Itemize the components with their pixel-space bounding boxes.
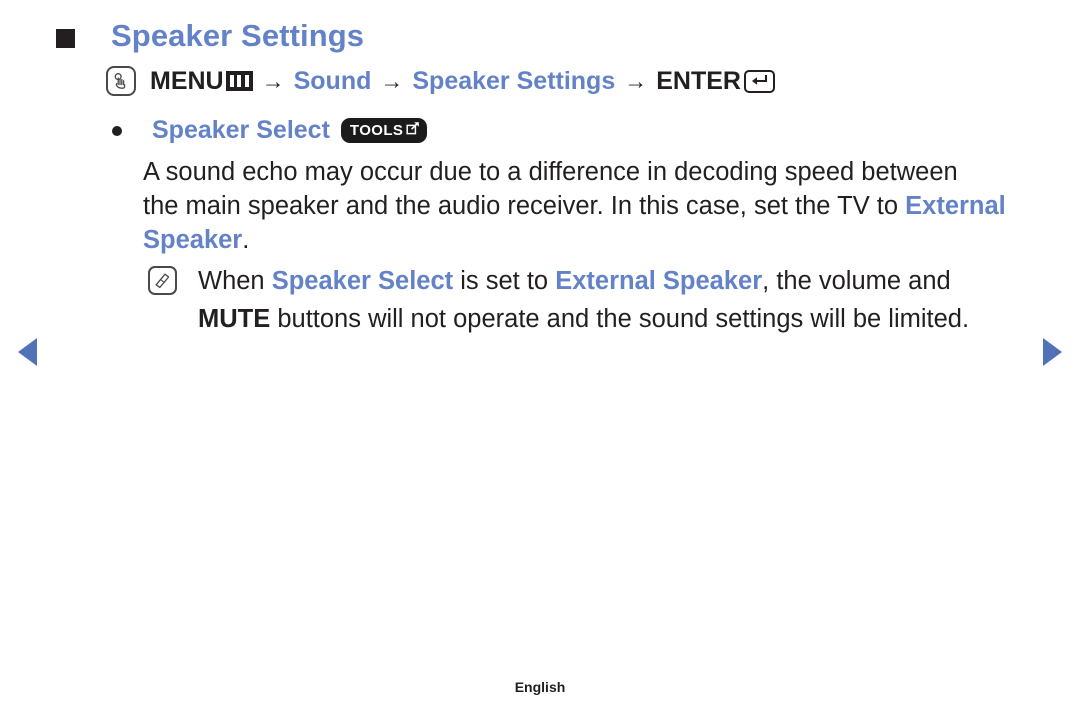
tools-badge-label: TOOLS bbox=[349, 122, 404, 139]
note-when: When bbox=[198, 267, 272, 295]
path-step-speaker-settings: Speaker Settings bbox=[412, 66, 616, 95]
note-line-1: When Speaker Select is set to External S… bbox=[198, 264, 951, 298]
body-highlight-speaker: Speaker bbox=[143, 226, 243, 254]
note-isset: is set to bbox=[453, 267, 556, 295]
note-line-1-row: When Speaker Select is set to External S… bbox=[148, 264, 1048, 298]
body-line-3-period: . bbox=[242, 226, 250, 254]
path-step-sound: Sound bbox=[293, 66, 372, 95]
body-line-2-text: the main speaker and the audio receiver.… bbox=[143, 192, 906, 220]
note-block: When Speaker Select is set to External S… bbox=[148, 264, 1048, 336]
tools-badge: TOOLS bbox=[340, 118, 428, 143]
note-tail: , the volume and bbox=[762, 267, 951, 295]
page-title: Speaker Settings bbox=[111, 18, 365, 53]
path-arrow-3: → bbox=[624, 67, 648, 94]
note-line-2: MUTE buttons will not operate and the so… bbox=[198, 302, 1048, 336]
square-bullet-icon bbox=[56, 28, 75, 48]
note-line-2-text: buttons will not operate and the sound s… bbox=[270, 305, 970, 333]
footer-language: English bbox=[514, 679, 566, 695]
note-highlight-mute: MUTE bbox=[198, 305, 271, 333]
note-highlight-external-speaker: External Speaker bbox=[555, 267, 763, 295]
menu-grid-icon bbox=[225, 71, 253, 91]
page-title-row: Speaker Settings bbox=[56, 18, 364, 54]
note-highlight-speaker-select: Speaker Select bbox=[271, 267, 454, 295]
path-arrow-1: → bbox=[261, 67, 285, 94]
menu-path-breadcrumb: MENU → Sound → Speaker Settings → ENTER bbox=[106, 66, 775, 96]
press-hand-icon bbox=[106, 66, 136, 96]
body-line-1: A sound echo may occur due to a differen… bbox=[143, 158, 958, 186]
previous-page-arrow[interactable] bbox=[18, 338, 37, 366]
manual-page: Speaker Settings MENU → Sound → Speaker … bbox=[0, 0, 1080, 705]
body-paragraph: A sound echo may occur due to a differen… bbox=[143, 155, 1023, 257]
sub-item-label: Speaker Select bbox=[152, 116, 330, 144]
menu-label: MENU bbox=[150, 66, 224, 95]
body-line-3: Speaker. bbox=[143, 223, 1023, 257]
next-page-arrow[interactable] bbox=[1043, 338, 1062, 366]
round-bullet-icon bbox=[112, 125, 122, 136]
sub-item-speaker-select: Speaker Select TOOLS bbox=[112, 116, 428, 144]
enter-return-icon bbox=[743, 69, 775, 93]
tools-arrow-icon bbox=[406, 121, 420, 140]
path-arrow-2: → bbox=[380, 67, 404, 94]
body-line-2: the main speaker and the audio receiver.… bbox=[143, 189, 1023, 223]
enter-label: ENTER bbox=[656, 66, 741, 95]
body-highlight-external: External bbox=[905, 192, 1006, 220]
note-pen-icon bbox=[148, 266, 177, 295]
